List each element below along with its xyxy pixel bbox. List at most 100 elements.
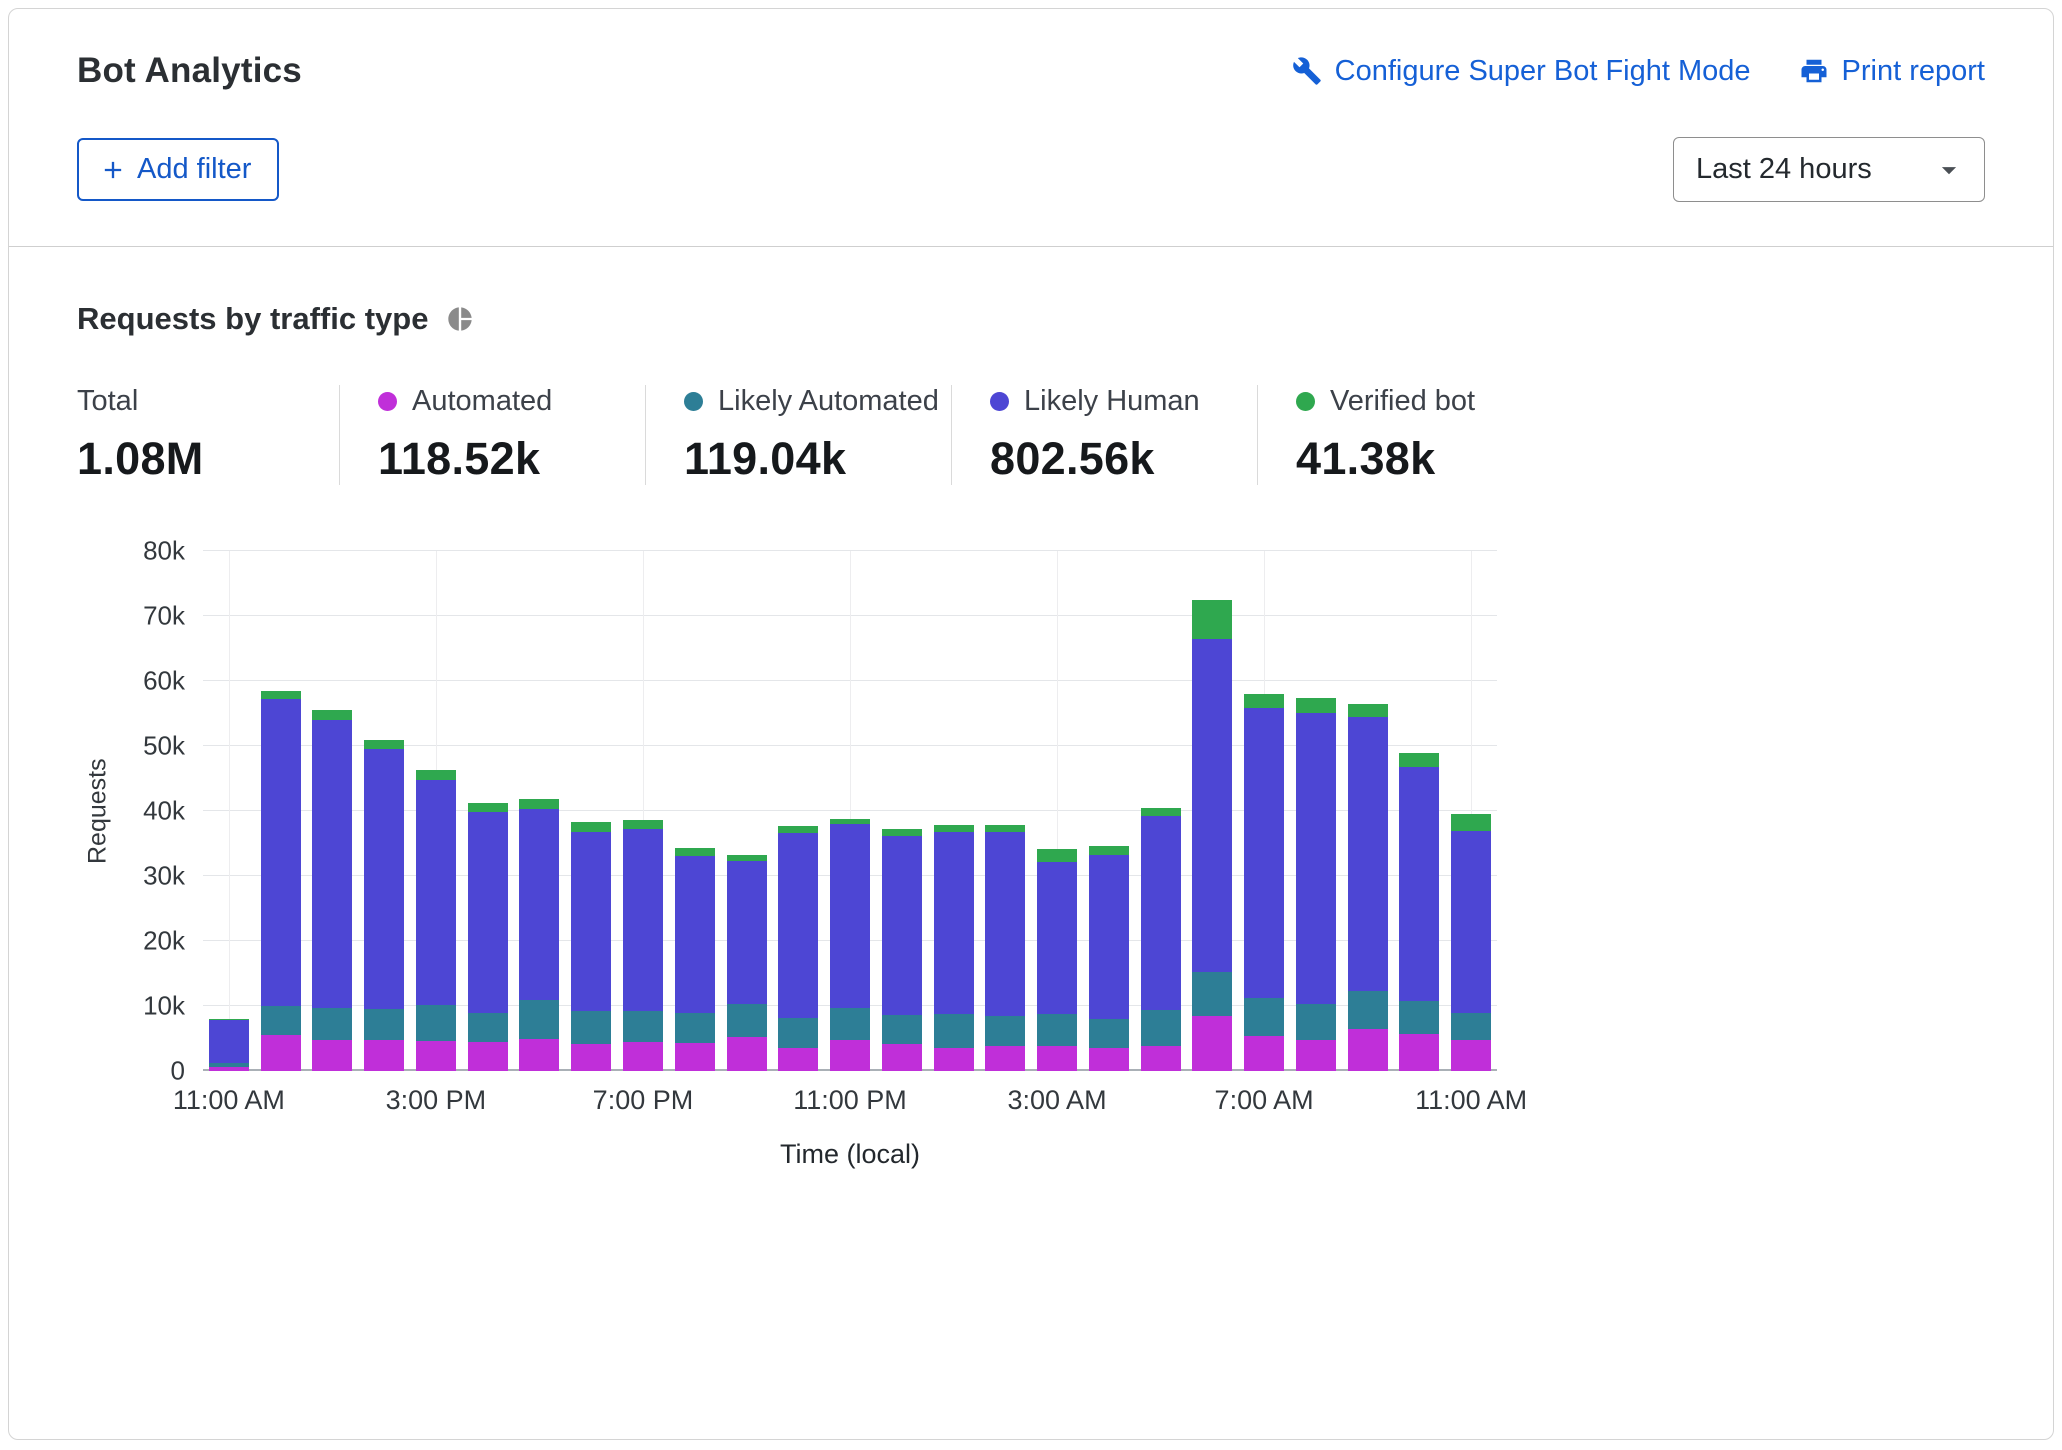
bar-segment[interactable] xyxy=(209,1020,249,1062)
bar-segment[interactable] xyxy=(312,1008,352,1041)
bar-segment[interactable] xyxy=(416,770,456,780)
stacked-bar-12[interactable] xyxy=(830,819,870,1071)
bar-segment[interactable] xyxy=(623,829,663,1011)
stacked-bar-13[interactable] xyxy=(882,829,922,1071)
bar-segment[interactable] xyxy=(468,1013,508,1042)
stacked-bar-10[interactable] xyxy=(727,855,767,1071)
bar-segment[interactable] xyxy=(675,1043,715,1071)
bar-segment[interactable] xyxy=(675,1013,715,1044)
add-filter-button[interactable]: Add filter xyxy=(77,138,279,201)
bar-segment[interactable] xyxy=(1192,972,1232,1016)
bar-segment[interactable] xyxy=(312,710,352,720)
bar-segment[interactable] xyxy=(209,1067,249,1071)
bar-segment[interactable] xyxy=(312,720,352,1008)
stacked-bar-5[interactable] xyxy=(468,803,508,1071)
bar-segment[interactable] xyxy=(1399,753,1439,767)
bar-segment[interactable] xyxy=(623,820,663,829)
bar-segment[interactable] xyxy=(985,1046,1025,1071)
configure-super-bot-fight-mode-link[interactable]: Configure Super Bot Fight Mode xyxy=(1292,55,1751,88)
bar-segment[interactable] xyxy=(1399,1001,1439,1034)
bar-segment[interactable] xyxy=(1037,862,1077,1013)
bar-segment[interactable] xyxy=(882,1015,922,1044)
stacked-bar-16[interactable] xyxy=(1037,849,1077,1071)
bar-segment[interactable] xyxy=(882,1044,922,1071)
bar-segment[interactable] xyxy=(1399,767,1439,1002)
bar-segment[interactable] xyxy=(571,1044,611,1071)
bar-segment[interactable] xyxy=(1451,1040,1491,1071)
bar-segment[interactable] xyxy=(727,861,767,1004)
bar-segment[interactable] xyxy=(571,1011,611,1044)
bar-segment[interactable] xyxy=(364,749,404,1009)
bar-segment[interactable] xyxy=(985,1016,1025,1046)
bar-segment[interactable] xyxy=(1399,1034,1439,1071)
bar-segment[interactable] xyxy=(1037,1046,1077,1071)
bar-segment[interactable] xyxy=(1348,704,1388,717)
bar-segment[interactable] xyxy=(312,1040,352,1071)
bar-segment[interactable] xyxy=(934,832,974,1014)
bar-segment[interactable] xyxy=(1089,1019,1129,1048)
bar-segment[interactable] xyxy=(727,1037,767,1071)
stacked-bar-8[interactable] xyxy=(623,820,663,1071)
time-range-select[interactable]: Last 24 hours xyxy=(1673,137,1985,202)
stacked-bar-1[interactable] xyxy=(261,691,301,1071)
bar-segment[interactable] xyxy=(1192,639,1232,972)
bar-segment[interactable] xyxy=(1451,831,1491,1013)
bar-segment[interactable] xyxy=(1037,1014,1077,1047)
bar-segment[interactable] xyxy=(1141,816,1181,1010)
bar-segment[interactable] xyxy=(1089,1048,1129,1071)
bar-segment[interactable] xyxy=(985,825,1025,833)
stacked-bar-6[interactable] xyxy=(519,799,559,1071)
bar-segment[interactable] xyxy=(468,812,508,1012)
bar-segment[interactable] xyxy=(261,1006,301,1035)
bar-segment[interactable] xyxy=(416,780,456,1005)
bar-segment[interactable] xyxy=(261,691,301,699)
bar-segment[interactable] xyxy=(1451,814,1491,831)
bar-segment[interactable] xyxy=(1089,855,1129,1019)
stacked-bar-3[interactable] xyxy=(364,740,404,1071)
bar-segment[interactable] xyxy=(778,1018,818,1047)
bar-segment[interactable] xyxy=(571,822,611,832)
bar-segment[interactable] xyxy=(1244,694,1284,708)
bar-segment[interactable] xyxy=(364,1009,404,1040)
bar-segment[interactable] xyxy=(778,1048,818,1071)
stacked-bar-18[interactable] xyxy=(1141,808,1181,1071)
stacked-bar-23[interactable] xyxy=(1399,753,1439,1071)
bar-segment[interactable] xyxy=(571,832,611,1011)
bar-segment[interactable] xyxy=(985,832,1025,1016)
bar-segment[interactable] xyxy=(416,1041,456,1071)
bar-segment[interactable] xyxy=(830,1008,870,1041)
bar-segment[interactable] xyxy=(261,1035,301,1071)
stacked-bar-11[interactable] xyxy=(778,826,818,1071)
bar-segment[interactable] xyxy=(1141,1010,1181,1046)
bar-segment[interactable] xyxy=(468,803,508,813)
print-report-link[interactable]: Print report xyxy=(1799,55,1985,88)
bar-segment[interactable] xyxy=(519,1039,559,1071)
bar-segment[interactable] xyxy=(1296,698,1336,713)
bar-segment[interactable] xyxy=(830,1040,870,1071)
bar-segment[interactable] xyxy=(934,1014,974,1048)
bar-segment[interactable] xyxy=(1141,808,1181,816)
bar-segment[interactable] xyxy=(1244,998,1284,1036)
bar-segment[interactable] xyxy=(364,1040,404,1071)
bar-segment[interactable] xyxy=(1348,991,1388,1029)
bar-segment[interactable] xyxy=(1244,708,1284,999)
bar-segment[interactable] xyxy=(882,836,922,1015)
bar-segment[interactable] xyxy=(519,799,559,809)
bar-segment[interactable] xyxy=(934,1048,974,1071)
bar-segment[interactable] xyxy=(261,699,301,1006)
bar-segment[interactable] xyxy=(1451,1013,1491,1040)
bar-segment[interactable] xyxy=(623,1042,663,1071)
bar-segment[interactable] xyxy=(364,740,404,750)
stacked-bar-2[interactable] xyxy=(312,710,352,1071)
bar-segment[interactable] xyxy=(675,856,715,1013)
stacked-bar-14[interactable] xyxy=(934,825,974,1071)
stacked-bar-4[interactable] xyxy=(416,770,456,1071)
stacked-bar-7[interactable] xyxy=(571,822,611,1071)
bar-segment[interactable] xyxy=(416,1005,456,1041)
bar-segment[interactable] xyxy=(1192,1016,1232,1071)
bar-segment[interactable] xyxy=(778,833,818,1018)
bar-segment[interactable] xyxy=(1348,717,1388,991)
stacked-bar-15[interactable] xyxy=(985,825,1025,1071)
bar-segment[interactable] xyxy=(519,1000,559,1039)
stacked-bar-22[interactable] xyxy=(1348,704,1388,1071)
